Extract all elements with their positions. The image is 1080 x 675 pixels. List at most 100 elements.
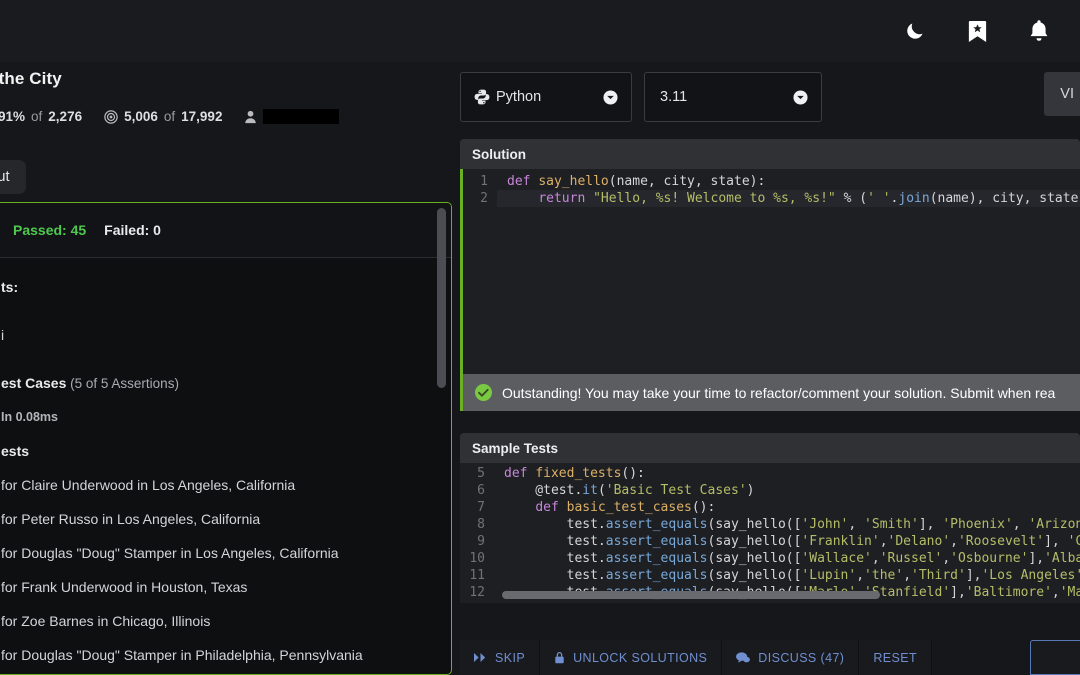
- output-line: for Claire Underwood in Los Angeles, Cal…: [1, 477, 296, 493]
- bell-icon[interactable]: [1026, 18, 1052, 44]
- sample-tests-panel-title: Sample Tests: [460, 433, 1080, 463]
- moon-icon[interactable]: [902, 18, 928, 44]
- sample-tests-code-editor[interactable]: 5 def fixed_tests(): 6 @test.it('Basic T…: [460, 463, 1080, 603]
- line-number: 8: [460, 516, 494, 533]
- codewars-kata-trainer: me to the City 91% of 2,276 5,006 of 17,…: [0, 0, 1080, 675]
- lock-icon: [554, 651, 565, 664]
- failed-count: Failed: 0: [104, 222, 161, 238]
- test-cases-assertions: (5 of 5 Assertions): [66, 376, 179, 391]
- kata-stats: 91% of 2,276 5,006 of 17,992: [0, 109, 340, 124]
- code-line-2-text: return "Hello, %s! Welcome to %s, %s!" %…: [538, 191, 1080, 206]
- output-line: for Douglas "Doug" Stamper in Philadelph…: [1, 647, 363, 663]
- stat-completions-value: 5,006: [124, 109, 158, 124]
- code-line: 5 def fixed_tests():: [460, 465, 1080, 482]
- discuss-button-label: DISCUSS (47): [758, 650, 845, 665]
- right-panel: Python 3.11 VI Solution 1 def say_hello(…: [460, 62, 1080, 675]
- top-bar-icons: [902, 18, 1080, 44]
- stat-completions: 5,006 of 17,992: [104, 109, 222, 124]
- fast-forward-icon: [474, 652, 487, 663]
- language-select[interactable]: Python: [460, 72, 632, 122]
- chevron-down-icon: [603, 89, 618, 105]
- code-line: 1 def say_hello(name, city, state):: [463, 173, 1080, 190]
- output-spacer: [1, 304, 451, 318]
- line-number: 12: [460, 584, 494, 601]
- output-line: for Peter Russo in Los Angeles, Californ…: [1, 511, 261, 527]
- status-message-text: Outstanding! You may take your time to r…: [502, 384, 1056, 401]
- solution-code-editor[interactable]: 1 def say_hello(name, city, state): 2 re…: [460, 169, 1080, 374]
- solution-panel: Solution 1 def say_hello(name, city, sta…: [460, 139, 1080, 411]
- code-line: 11 test.assert_equals(say_hello(['Lupin'…: [460, 567, 1080, 584]
- line-number: 6: [460, 482, 494, 499]
- skip-button[interactable]: SKIP: [460, 640, 541, 675]
- bookmark-star-icon[interactable]: [964, 18, 990, 44]
- discuss-button[interactable]: DISCUSS (47): [722, 640, 860, 675]
- output-line: ts:: [1, 279, 19, 295]
- author-name-redacted: [263, 109, 340, 124]
- left-panel: me to the City 91% of 2,276 5,006 of 17,…: [0, 62, 452, 675]
- sample-code-line: test.assert_equals(say_hello(['Lupin','t…: [504, 568, 1080, 583]
- passed-count: Passed: 45: [13, 222, 87, 238]
- output-line: ests: [1, 443, 30, 459]
- version-select[interactable]: 3.11: [644, 72, 822, 122]
- output-line: for Douglas "Doug" Stamper in Los Angele…: [1, 545, 339, 561]
- unlock-solutions-button[interactable]: UNLOCK SOLUTIONS: [540, 640, 723, 675]
- editor-controls: Python 3.11 VI: [460, 62, 1080, 122]
- test-output-body: ts: i est Cases (5 of 5 Assertions) In 0…: [0, 258, 451, 674]
- test-output-panel: Passed: 45 Failed: 0 ts: i est Cases (5 …: [0, 202, 452, 675]
- code-line-1-text: def say_hello(name, city, state):: [507, 174, 766, 189]
- stat-completions-sep: of: [163, 109, 176, 124]
- comment-icon: [736, 651, 751, 664]
- stat-satisfaction-total: 2,276: [48, 109, 83, 124]
- tab-output[interactable]: Output: [0, 160, 26, 194]
- sample-code-line: @test.it('Basic Test Cases'): [504, 483, 755, 498]
- sample-tests-panel: Sample Tests 5 def fixed_tests(): 6 @tes…: [460, 433, 1080, 603]
- version-select-value: 3.11: [660, 89, 688, 105]
- output-spacer: [1, 352, 451, 366]
- vim-mode-button[interactable]: VI: [1044, 72, 1080, 116]
- line-number: 7: [460, 499, 494, 516]
- output-line: for Zoe Barnes in Chicago, Illinois: [1, 613, 211, 629]
- code-line: 7 def basic_test_cases():: [460, 499, 1080, 516]
- line-number: 11: [460, 567, 494, 584]
- line-number: 5: [460, 465, 494, 482]
- page-title: me to the City: [0, 69, 62, 88]
- line-number: 10: [460, 550, 494, 567]
- test-summary-bar: Passed: 45 Failed: 0: [0, 203, 451, 258]
- sample-code-line: def fixed_tests():: [504, 466, 645, 481]
- sample-code-line: test.assert_equals(say_hello(['Wallace',…: [504, 551, 1080, 566]
- solution-panel-title: Solution: [460, 139, 1080, 169]
- output-line: for Frank Underwood in Houston, Texas: [1, 579, 248, 595]
- reset-button-label: RESET: [873, 650, 918, 665]
- stat-completions-total: 17,992: [181, 109, 223, 124]
- code-line: 2 return "Hello, %s! Welcome to %s, %s!"…: [463, 190, 1080, 207]
- output-scrollbar[interactable]: [437, 208, 446, 388]
- stat-satisfaction-value: 91%: [0, 109, 26, 124]
- stat-satisfaction: 91% of 2,276: [0, 109, 82, 124]
- skip-button-label: SKIP: [495, 650, 526, 665]
- line-number: 2: [463, 190, 497, 207]
- code-line: 8 test.assert_equals(say_hello(['John', …: [460, 516, 1080, 533]
- output-line: i: [1, 327, 5, 343]
- reset-button[interactable]: RESET: [859, 640, 933, 675]
- submit-button[interactable]: [1030, 640, 1080, 675]
- code-line: 9 test.assert_equals(say_hello(['Frankli…: [460, 533, 1080, 550]
- test-cases-label: est Cases: [1, 375, 67, 391]
- stat-satisfaction-sep: of: [31, 109, 43, 124]
- output-line-test-cases: est Cases (5 of 5 Assertions): [1, 366, 451, 400]
- status-message-bar: Outstanding! You may take your time to r…: [460, 374, 1080, 411]
- sample-code-line: def basic_test_cases():: [535, 500, 716, 515]
- check-circle-icon: [475, 384, 492, 401]
- chevron-down-icon: [793, 89, 808, 105]
- code-line: 10 test.assert_equals(say_hello(['Wallac…: [460, 550, 1080, 567]
- line-number: 9: [460, 533, 494, 550]
- code-line: 6 @test.it('Basic Test Cases'): [460, 482, 1080, 499]
- kata-author[interactable]: [244, 109, 340, 124]
- line-number: 1: [463, 173, 497, 190]
- kata-action-bar: SKIP UNLOCK SOLUTIONS DISCUSS (47) RESET: [460, 640, 1080, 675]
- top-bar: [0, 0, 1080, 62]
- unlock-solutions-button-label: UNLOCK SOLUTIONS: [573, 650, 708, 665]
- sample-tests-horizontal-scrollbar[interactable]: [502, 591, 880, 599]
- output-tabs: Output: [0, 160, 26, 194]
- language-select-value: Python: [496, 89, 542, 105]
- output-line-timing: In 0.08ms: [1, 410, 58, 424]
